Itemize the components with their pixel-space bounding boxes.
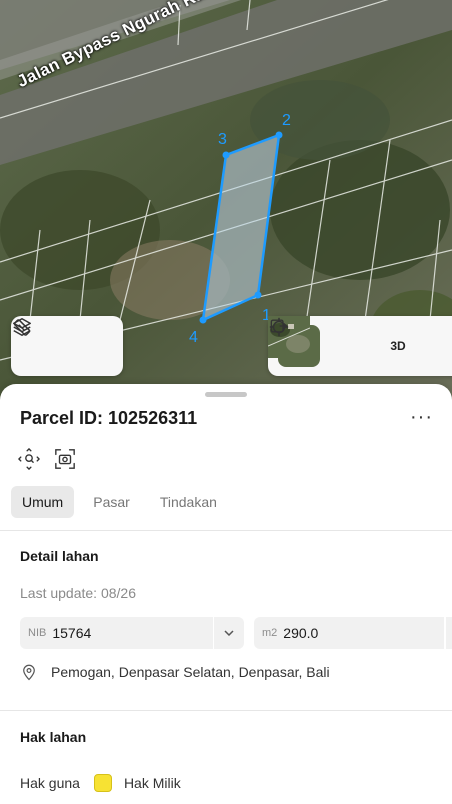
- tab-pasar[interactable]: Pasar: [82, 486, 141, 518]
- last-update-text: Last update: 08/26: [20, 585, 136, 601]
- vertex-label-3: 3: [218, 131, 227, 148]
- land-rights-label: Hak guna: [20, 775, 80, 791]
- tab-tindakan[interactable]: Tindakan: [149, 486, 228, 518]
- tab-umum[interactable]: Umum: [11, 486, 75, 518]
- area-unit-label: m2: [262, 627, 278, 639]
- location-pin-icon: [23, 664, 35, 681]
- export-button[interactable]: [270, 319, 448, 364]
- land-detail-heading: Detail lahan: [20, 548, 99, 564]
- land-rights-row: Hak guna Hak Milik: [20, 774, 181, 792]
- detail-tabs: Umum Pasar Tindakan: [11, 486, 228, 518]
- view-3d-button[interactable]: 3D: [380, 339, 416, 353]
- vertex-label-2: 2: [282, 112, 291, 129]
- more-options-button[interactable]: ···: [410, 406, 433, 429]
- chevron-down-icon: [214, 627, 244, 639]
- satellite-map[interactable]: 1 2 3 4 Jalan Bypass Ngurah Rai 3D: [0, 0, 452, 400]
- measure-button[interactable]: [13, 319, 107, 364]
- vertex-label-4: 4: [189, 329, 198, 346]
- nib-label: NIB: [28, 627, 47, 639]
- section-divider: [0, 530, 452, 531]
- parcel-detail-sheet: Parcel ID: 102526311 ··· Umum Pasar Tind…: [0, 384, 452, 804]
- locate-button[interactable]: [269, 317, 368, 364]
- nib-select[interactable]: NIB 15764: [20, 617, 244, 649]
- ruler-icon: [13, 319, 31, 336]
- zoom-to-parcel-icon: [18, 448, 40, 470]
- zoom-to-parcel-button[interactable]: [18, 448, 40, 470]
- address-row: Pemogan, Denpasar Selatan, Denpasar, Bal…: [20, 663, 330, 681]
- area-field: m2 290.0: [254, 617, 452, 649]
- screenshot-icon: [55, 449, 75, 469]
- export-icon: [270, 319, 288, 333]
- address-text: Pemogan, Denpasar Selatan, Denpasar, Bal…: [51, 664, 330, 680]
- section-divider: [0, 710, 452, 711]
- parcel-title: Parcel ID: 102526311: [20, 408, 198, 428]
- map-tools-left: [11, 316, 123, 376]
- map-tools-right: 3D: [268, 316, 452, 376]
- area-value: 290.0: [283, 625, 319, 641]
- land-rights-heading: Hak lahan: [20, 729, 87, 745]
- sheet-drag-handle[interactable]: [205, 392, 247, 397]
- nib-value: 15764: [52, 625, 92, 641]
- land-rights-value: Hak Milik: [123, 775, 181, 791]
- land-rights-color-swatch: [93, 774, 112, 792]
- screenshot-button[interactable]: [54, 448, 76, 470]
